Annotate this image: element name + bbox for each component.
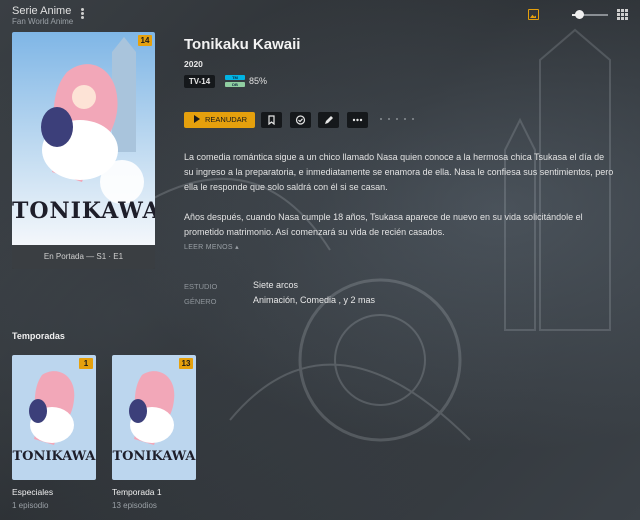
library-subtitle: Fan World Anime	[12, 17, 74, 26]
show-year: 2020	[184, 59, 203, 69]
season-title[interactable]: Especiales	[12, 487, 53, 497]
season-poster-logo: TONIKAWA	[12, 449, 96, 464]
loading-dots	[380, 118, 420, 121]
tmdb-score: 85%	[249, 76, 268, 86]
bookmark-icon	[268, 115, 275, 125]
summary-paragraph: La comedia romántica sigue a un chico ll…	[184, 152, 614, 192]
show-summary: La comedia romántica sigue a un chico ll…	[184, 150, 614, 255]
kebab-icon[interactable]	[79, 7, 85, 21]
read-less-link[interactable]: LEER MENOS ▴	[184, 243, 239, 251]
more-icon	[352, 118, 363, 122]
on-deck-caption[interactable]: En Portada — S1 · E1	[12, 245, 155, 269]
tmdb-logo-top: TM	[225, 75, 245, 80]
edit-button[interactable]	[318, 112, 339, 128]
show-title: Tonikaku Kawaii	[184, 36, 301, 53]
top-bar: Serie Anime Fan World Anime	[0, 0, 640, 28]
check-circle-icon	[295, 115, 306, 125]
watchlist-button[interactable]	[261, 112, 282, 128]
season-poster-logo: TONIKAWA	[112, 449, 196, 464]
studio-label: ESTUDIO	[184, 282, 218, 291]
zoom-slider-handle[interactable]	[575, 10, 585, 19]
season-title[interactable]: Temporada 1	[112, 487, 162, 497]
mark-watched-button[interactable]	[290, 112, 311, 128]
season-card-temporada-1[interactable]: TONIKAWA 13	[112, 355, 196, 480]
genre-label: GÉNERO	[184, 297, 217, 306]
season-card-specials[interactable]: TONIKAWA 1	[12, 355, 96, 480]
content-rating-badge: TV-14	[184, 75, 215, 88]
season-subtitle: 13 episodios	[112, 501, 157, 510]
resume-button[interactable]: REANUDAR	[184, 112, 255, 128]
season-subtitle: 1 episodio	[12, 501, 49, 510]
grid-icon[interactable]	[617, 9, 628, 20]
play-icon	[194, 115, 200, 123]
seasons-heading: Temporadas	[12, 331, 65, 341]
studio-value[interactable]: Siete arcos	[253, 280, 298, 290]
season-episode-count-badge: 1	[79, 358, 93, 369]
unwatched-count-badge: 14	[138, 35, 152, 46]
image-icon[interactable]	[528, 9, 539, 20]
summary-paragraph: Años después, cuando Nasa cumple 18 años…	[184, 212, 583, 237]
season-episode-count-badge: 13	[179, 358, 193, 369]
genre-value[interactable]: Animación, Comedia , y 2 mas	[253, 295, 375, 305]
poster-logo: TONIKAWA	[12, 198, 155, 224]
tmdb-logo-bottom: DB	[225, 82, 245, 87]
show-poster[interactable]: TONIKAWA 14 En Portada — S1 · E1	[12, 32, 155, 269]
more-options-button[interactable]	[347, 112, 368, 128]
tmdb-icon: TM DB	[225, 75, 245, 87]
library-title[interactable]: Serie Anime	[12, 5, 71, 17]
pencil-icon	[325, 116, 333, 124]
resume-button-label: REANUDAR	[205, 115, 248, 124]
